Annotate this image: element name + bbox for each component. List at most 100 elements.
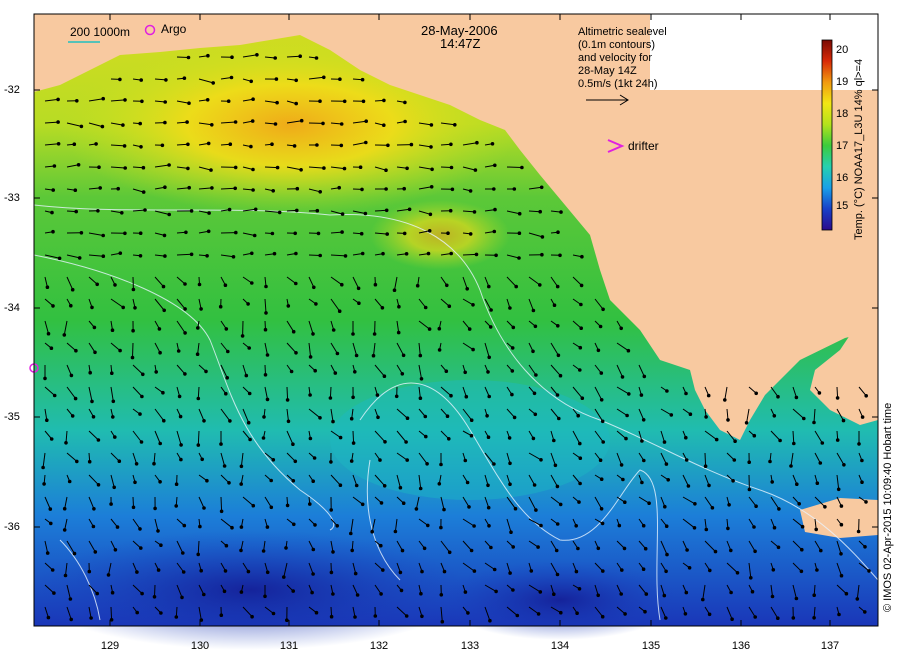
velocity-arrow-head <box>344 255 347 258</box>
velocity-arrow-head <box>203 593 206 596</box>
velocity-arrow-head <box>518 232 521 235</box>
velocity-arrow-head <box>319 100 322 103</box>
velocity-arrow-head <box>165 79 168 82</box>
velocity-arrow-head <box>555 549 558 552</box>
colorbar-tick-label: 19 <box>836 76 848 88</box>
velocity-arrow-head <box>94 351 97 354</box>
lat-tick-label: -36 <box>4 521 20 533</box>
velocity-arrow-head <box>508 437 511 440</box>
velocity-arrow-head <box>314 524 317 527</box>
velocity-arrow-head <box>430 146 433 149</box>
velocity-arrow-head <box>53 592 56 595</box>
velocity-arrow-head <box>466 288 469 291</box>
velocity-arrow-head <box>383 485 386 488</box>
colorbar-label: Temp. (°C) NOAA17_L3U 14% ql>=4 <box>853 59 865 240</box>
velocity-arrow-head <box>201 458 204 461</box>
velocity-arrow-head <box>824 506 827 509</box>
velocity-arrow-head <box>139 528 142 531</box>
velocity-arrow-head <box>450 394 453 397</box>
velocity-arrow-head <box>643 459 646 462</box>
velocity-arrow-head <box>792 617 795 620</box>
velocity-arrow <box>177 254 192 255</box>
velocity-arrow-head <box>220 510 223 513</box>
velocity-arrow-head <box>359 166 362 169</box>
velocity-arrow-head <box>493 230 496 233</box>
velocity-arrow <box>507 167 522 168</box>
velocity-arrow-head <box>865 501 868 504</box>
velocity-arrow-head <box>119 78 122 81</box>
velocity-arrow-head <box>272 190 275 193</box>
velocity-arrow-head <box>159 442 162 445</box>
velocity-arrow-head <box>535 509 538 512</box>
velocity-arrow-head <box>487 484 490 487</box>
velocity-arrow-head <box>51 211 54 214</box>
velocity-arrow-head <box>816 569 819 572</box>
velocity-arrow <box>353 431 354 443</box>
velocity-arrow-head <box>540 524 543 527</box>
velocity-arrow-head <box>160 612 163 615</box>
velocity-arrow-head <box>352 396 355 399</box>
velocity-arrow-head <box>556 394 559 397</box>
velocity-arrow-head <box>206 99 209 102</box>
velocity-arrow-head <box>748 488 751 491</box>
velocity-arrow-head <box>530 570 533 573</box>
velocity-arrow-head <box>309 503 312 506</box>
velocity-arrow-head <box>77 164 80 167</box>
velocity-arrow-head <box>509 307 512 310</box>
velocity-arrow-head <box>163 234 166 237</box>
velocity-arrow-head <box>602 570 605 573</box>
velocity-arrow-head <box>754 616 757 619</box>
altimetry-line: (0.1m contours) <box>578 39 667 52</box>
velocity-arrow-head <box>354 616 357 619</box>
velocity-arrow-head <box>111 329 114 332</box>
velocity-arrow-head <box>182 552 185 555</box>
velocity-arrow-head <box>465 395 468 398</box>
velocity-arrow-head <box>575 525 578 528</box>
velocity-arrow-head <box>132 506 135 509</box>
velocity-arrow-head <box>223 590 226 593</box>
velocity-arrow-head <box>254 208 257 211</box>
velocity-arrow-head <box>63 529 66 532</box>
cool-patch-mid <box>330 380 610 500</box>
depth-legend-label: 200 1000m <box>70 26 130 39</box>
velocity-arrow-head <box>379 459 382 462</box>
velocity-arrow-head <box>122 306 125 309</box>
velocity-arrow-head <box>557 325 560 328</box>
velocity-arrow <box>221 497 222 511</box>
velocity-arrow-head <box>665 617 668 620</box>
velocity-arrow <box>221 188 235 189</box>
velocity-arrow-head <box>184 332 187 335</box>
velocity-arrow-head <box>253 234 256 237</box>
velocity-arrow-head <box>840 574 843 577</box>
velocity-arrow-head <box>840 523 843 526</box>
velocity-arrow-head <box>702 598 705 601</box>
velocity-arrow-head <box>642 524 645 527</box>
velocity-arrow-head <box>249 438 252 441</box>
velocity-arrow-head <box>90 617 93 620</box>
velocity-arrow-head <box>187 167 190 170</box>
velocity-arrow-head <box>443 508 446 511</box>
velocity-arrow <box>705 453 706 466</box>
velocity-arrow-head <box>798 503 801 506</box>
velocity-arrow-head <box>73 552 76 555</box>
velocity-arrow-head <box>53 394 56 397</box>
velocity-arrow-head <box>75 349 78 352</box>
velocity-arrow-head <box>102 255 105 258</box>
velocity-arrow-head <box>472 348 475 351</box>
velocity-arrow-head <box>42 466 45 469</box>
velocity-arrow-head <box>46 419 49 422</box>
velocity-arrow-head <box>748 461 751 464</box>
velocity-arrow-head <box>340 123 343 126</box>
velocity-arrow-head <box>556 523 559 526</box>
velocity-arrow-head <box>300 169 303 172</box>
velocity-arrow-head <box>795 396 798 399</box>
velocity-arrow-head <box>514 507 517 510</box>
velocity-arrow-head <box>182 571 185 574</box>
velocity-arrow-head <box>188 186 191 189</box>
velocity-arrow-head <box>469 233 472 236</box>
velocity-arrow <box>287 387 288 400</box>
velocity-arrow-head <box>512 326 515 329</box>
velocity-arrow-head <box>240 549 243 552</box>
velocity-arrow-head <box>510 531 513 534</box>
velocity-arrow-head <box>134 481 137 484</box>
